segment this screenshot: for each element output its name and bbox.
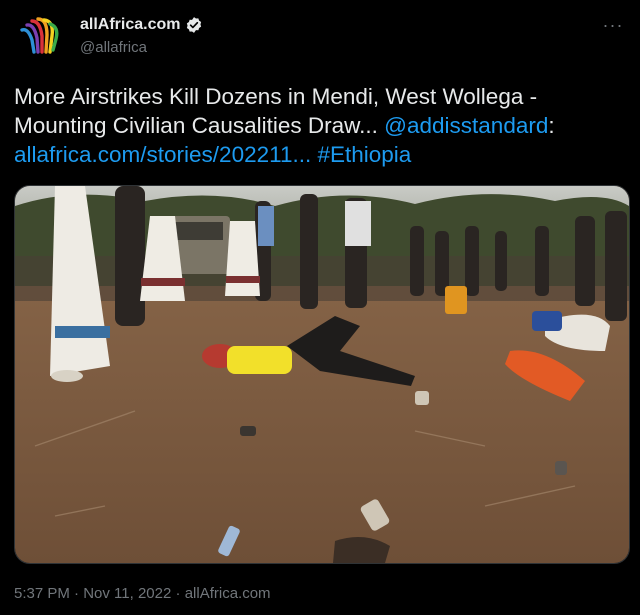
tweet-time[interactable]: 5:37 PM bbox=[14, 585, 70, 602]
news-photo-image bbox=[15, 186, 629, 563]
meta-separator: · bbox=[171, 585, 185, 602]
author-avatar[interactable] bbox=[14, 10, 66, 62]
hashtag-link[interactable]: #Ethiopia bbox=[318, 142, 412, 167]
tweet-metadata: 5:37 PM · Nov 11, 2022 · allAfrica.com bbox=[14, 585, 271, 602]
author-display-name[interactable]: allAfrica.com bbox=[80, 16, 180, 34]
tweet-source[interactable]: allAfrica.com bbox=[185, 585, 271, 602]
author-handle[interactable]: @allafrica bbox=[80, 39, 203, 56]
tweet-colon: : bbox=[548, 113, 555, 138]
mention-link[interactable]: @addisstandard bbox=[384, 113, 548, 138]
tweet: allAfrica.com @allafrica ··· More Airstr… bbox=[0, 0, 640, 615]
allafrica-logo-icon bbox=[14, 10, 66, 62]
article-link[interactable]: allafrica.com/stories/202211... bbox=[14, 142, 311, 167]
tweet-date[interactable]: Nov 11, 2022 bbox=[83, 585, 171, 602]
author-block: allAfrica.com @allafrica bbox=[80, 14, 203, 56]
tweet-photo[interactable] bbox=[14, 185, 630, 564]
more-options-icon[interactable]: ··· bbox=[600, 12, 626, 38]
verified-badge-icon bbox=[185, 16, 203, 34]
tweet-text: More Airstrikes Kill Dozens in Mendi, We… bbox=[14, 82, 626, 169]
meta-separator: · bbox=[69, 585, 84, 602]
